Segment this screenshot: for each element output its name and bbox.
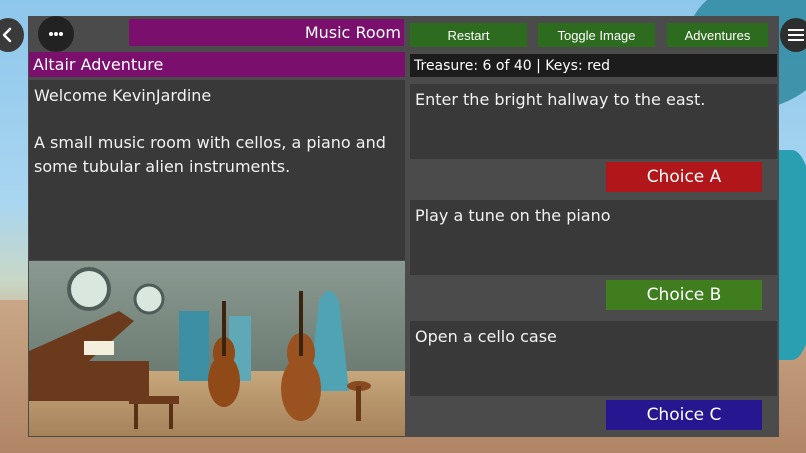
menu-button[interactable] xyxy=(780,18,806,52)
choice-b-button[interactable]: Choice B xyxy=(606,280,762,310)
choice-c-text: Open a cello case xyxy=(410,321,777,396)
choice-b-text: Play a tune on the piano xyxy=(410,200,777,275)
restart-button[interactable]: Restart xyxy=(410,23,527,47)
room-image xyxy=(29,261,405,436)
choice-a-text: Enter the bright hallway to the east. xyxy=(410,84,777,159)
adventure-title: Altair Adventure xyxy=(29,52,405,77)
welcome-text: Welcome KevinJardine xyxy=(34,86,212,105)
more-options-button[interactable] xyxy=(38,16,74,52)
toggle-image-button[interactable]: Toggle Image xyxy=(538,23,655,47)
chevron-left-icon xyxy=(2,27,12,43)
hamburger-menu-icon xyxy=(788,29,804,41)
back-button[interactable] xyxy=(0,18,24,52)
adventures-button[interactable]: Adventures xyxy=(667,23,768,47)
more-horizontal-icon xyxy=(49,32,63,36)
choice-a-button[interactable]: Choice A xyxy=(606,162,762,192)
room-title: Music Room xyxy=(129,19,404,46)
status-bar: Treasure: 6 of 40 | Keys: red xyxy=(410,54,777,77)
room-description: Welcome KevinJardine A small music room … xyxy=(29,80,405,260)
description-text: A small music room with cellos, a piano … xyxy=(34,133,386,176)
choice-c-button[interactable]: Choice C xyxy=(606,400,762,430)
